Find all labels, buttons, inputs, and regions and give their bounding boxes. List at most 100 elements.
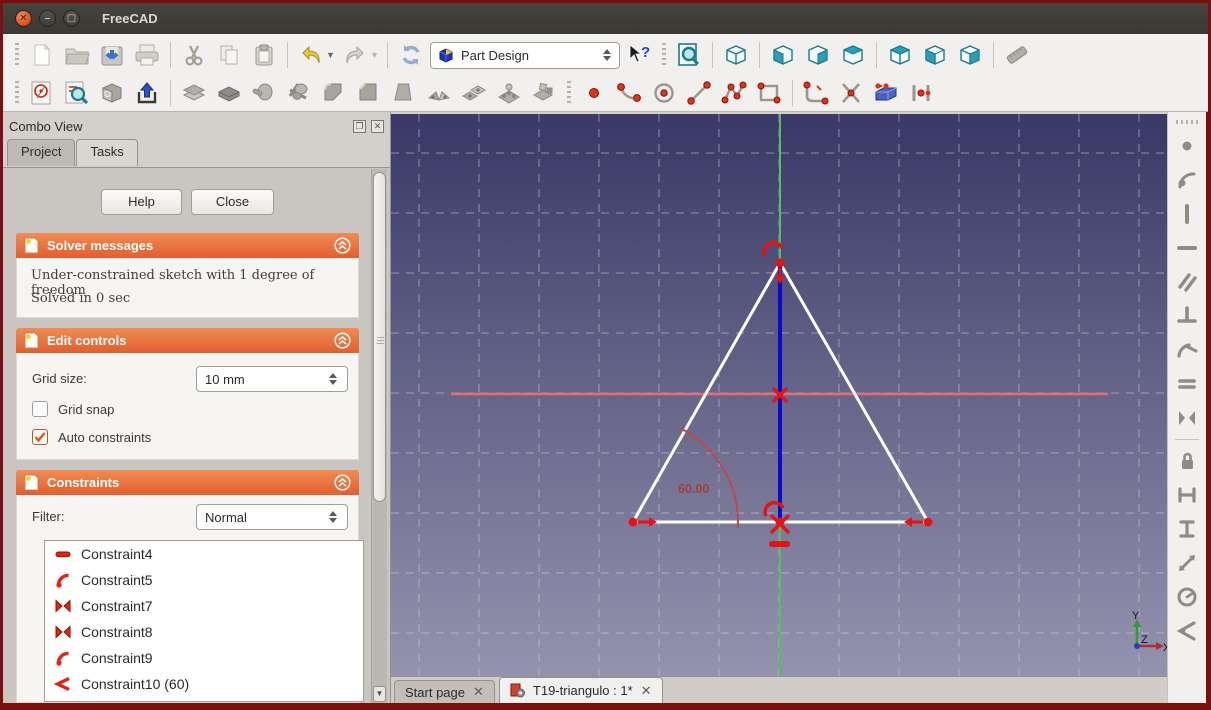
- horizontal-constraint-button[interactable]: [1171, 232, 1203, 264]
- toolbar-drag-handle[interactable]: [15, 81, 19, 105]
- chamfer-button[interactable]: [353, 77, 385, 109]
- collapse-section-icon[interactable]: [334, 237, 351, 254]
- constraint-list-item[interactable]: Constraint8: [45, 619, 363, 645]
- tab-close-icon[interactable]: ✕: [641, 683, 652, 699]
- view-left-button[interactable]: [954, 39, 986, 71]
- constraint-list-item[interactable]: Constraint10 (60): [45, 671, 363, 697]
- equal-constraint-button[interactable]: [1171, 368, 1203, 400]
- constraint-list[interactable]: Constraint4 Constraint5 Constraint7 Cons…: [44, 540, 364, 702]
- constraint-list-item[interactable]: Constraint4: [45, 541, 363, 567]
- new-file-button[interactable]: [26, 39, 58, 71]
- constraint-list-item[interactable]: Constraint7: [45, 593, 363, 619]
- grid-size-spinner[interactable]: [329, 373, 339, 385]
- float-panel-icon[interactable]: ❐: [353, 120, 366, 133]
- view-front-button[interactable]: [767, 39, 799, 71]
- pad-button[interactable]: [178, 77, 210, 109]
- edit-sketch-button[interactable]: [61, 77, 93, 109]
- arc-button[interactable]: [613, 77, 645, 109]
- rectangle-button[interactable]: [753, 77, 785, 109]
- grid-snap-checkbox[interactable]: [32, 401, 48, 417]
- coincident-constraint-button[interactable]: [1171, 130, 1203, 162]
- polar-pattern-button[interactable]: [493, 77, 525, 109]
- perpendicular-constraint-button[interactable]: [1171, 300, 1203, 332]
- vertical-distance-constraint-button[interactable]: [1171, 513, 1203, 545]
- fillet-button[interactable]: [318, 77, 350, 109]
- map-sketch-button[interactable]: [96, 77, 128, 109]
- radius-constraint-button[interactable]: [1171, 581, 1203, 613]
- constraints-header[interactable]: Constraints: [16, 470, 359, 495]
- view-axonometric-button[interactable]: [720, 39, 752, 71]
- undo-button[interactable]: [295, 39, 327, 71]
- solver-messages-header[interactable]: Solver messages: [16, 233, 359, 258]
- toolbar-drag-handle[interactable]: [567, 81, 571, 105]
- leave-sketch-button[interactable]: [131, 77, 163, 109]
- redo-dropdown-arrow[interactable]: ▼: [370, 50, 380, 60]
- grid-size-input[interactable]: 10 mm: [196, 366, 348, 392]
- symmetric-constraint-button[interactable]: [1171, 402, 1203, 434]
- cut-button[interactable]: [178, 39, 210, 71]
- horizontal-distance-constraint-button[interactable]: [1171, 479, 1203, 511]
- constraint-list-item[interactable]: Constraint9: [45, 645, 363, 671]
- refresh-button[interactable]: [395, 39, 427, 71]
- line-button[interactable]: [683, 77, 715, 109]
- open-folder-button[interactable]: [61, 39, 93, 71]
- create-sketch-button[interactable]: [26, 77, 58, 109]
- panel-scrollbar[interactable]: ▼: [371, 169, 387, 703]
- tab-start-page[interactable]: Start page ✕: [394, 680, 495, 703]
- auto-constraints-checkbox[interactable]: [32, 429, 48, 445]
- view-right-button[interactable]: [837, 39, 869, 71]
- toolbar-drag-handle[interactable]: [15, 43, 19, 67]
- revolution-button[interactable]: [248, 77, 280, 109]
- parallel-constraint-button[interactable]: [1171, 266, 1203, 298]
- filter-select[interactable]: Normal: [196, 504, 348, 530]
- paste-button[interactable]: [248, 39, 280, 71]
- titlebar[interactable]: ✕ – ▢ FreeCAD: [3, 3, 1208, 34]
- tab-close-icon[interactable]: ✕: [473, 684, 484, 700]
- window-maximize-button[interactable]: ▢: [63, 10, 80, 27]
- linear-pattern-button[interactable]: [458, 77, 490, 109]
- toggle-construction-button[interactable]: [905, 77, 937, 109]
- toolbar-drag-handle[interactable]: [1176, 120, 1198, 124]
- groove-button[interactable]: [283, 77, 315, 109]
- copy-button[interactable]: [213, 39, 245, 71]
- multi-transform-button[interactable]: [528, 77, 560, 109]
- fit-all-button[interactable]: [673, 39, 705, 71]
- view-bottom-button[interactable]: [919, 39, 951, 71]
- help-button[interactable]: Help: [101, 189, 182, 215]
- whats-this-button[interactable]: ?: [623, 39, 655, 71]
- filter-select-arrows[interactable]: [329, 511, 339, 523]
- angle-value-label[interactable]: 60.00: [678, 482, 709, 496]
- panel-scrollbar-thumb[interactable]: [373, 172, 386, 502]
- pocket-button[interactable]: [213, 77, 245, 109]
- combo-view-header[interactable]: Combo View ❐ ✕: [3, 114, 390, 138]
- window-minimize-button[interactable]: –: [39, 10, 56, 27]
- collapse-section-icon[interactable]: [334, 474, 351, 491]
- close-panel-icon[interactable]: ✕: [371, 120, 384, 133]
- point-on-object-constraint-button[interactable]: [1171, 164, 1203, 196]
- mirrored-button[interactable]: [423, 77, 455, 109]
- print-button[interactable]: [131, 39, 163, 71]
- measure-distance-button[interactable]: [1001, 39, 1033, 71]
- lock-constraint-button[interactable]: [1171, 445, 1203, 477]
- 3d-viewport[interactable]: 60.00: [391, 114, 1167, 676]
- angle-constraint-button[interactable]: [1171, 615, 1203, 647]
- undo-dropdown-arrow[interactable]: ▼: [326, 50, 336, 60]
- toolbar-drag-handle[interactable]: [662, 43, 666, 67]
- draft-button[interactable]: [388, 77, 420, 109]
- view-rear-button[interactable]: [884, 39, 916, 71]
- save-button[interactable]: [96, 39, 128, 71]
- constraint-list-item[interactable]: Constraint5: [45, 567, 363, 593]
- window-close-button[interactable]: ✕: [15, 10, 32, 27]
- tab-tasks[interactable]: Tasks: [76, 139, 137, 166]
- redo-button[interactable]: [339, 39, 371, 71]
- panel-scrollbar-down-button[interactable]: ▼: [373, 686, 386, 702]
- point-button[interactable]: [578, 77, 610, 109]
- sketch-fillet-button[interactable]: [800, 77, 832, 109]
- close-button[interactable]: Close: [191, 189, 274, 215]
- collapse-section-icon[interactable]: [334, 332, 351, 349]
- external-geometry-button[interactable]: [870, 77, 902, 109]
- tab-document[interactable]: T19-triangulo : 1* ✕: [499, 677, 663, 703]
- trim-edge-button[interactable]: [835, 77, 867, 109]
- circle-button[interactable]: [648, 77, 680, 109]
- workbench-selector[interactable]: Part Design: [430, 42, 620, 69]
